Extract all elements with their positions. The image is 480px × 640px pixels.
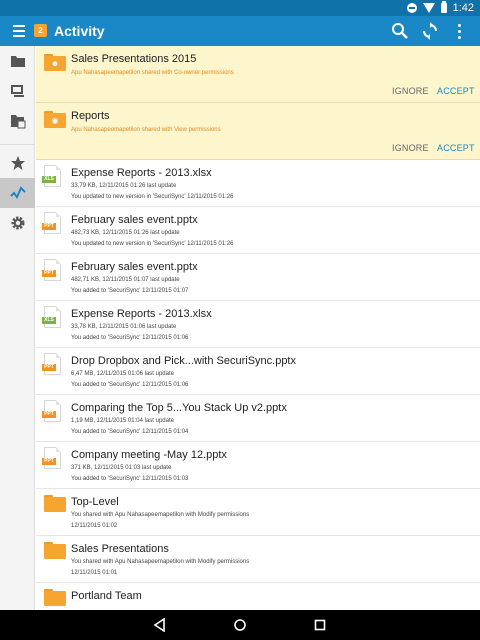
- rail-item-favorites[interactable]: [0, 148, 35, 178]
- activity-item[interactable]: PPT February sales event.pptx 482,71 KB,…: [36, 254, 480, 301]
- shared-folder-icon: [11, 115, 26, 129]
- activity-item[interactable]: Portland Team: [36, 583, 480, 610]
- ignore-button[interactable]: IGNORE: [392, 143, 429, 153]
- file-type-label: PPT: [42, 458, 56, 465]
- item-meta: 1,19 MB, 12/11/2015 01:04 last update: [71, 418, 174, 424]
- app-toolbar: 2 Activity: [0, 16, 480, 46]
- share-invite-card: ◉ Reports Apu Nahasapeemapetilon shared …: [36, 103, 480, 160]
- status-bar: 1:42: [0, 0, 480, 16]
- activity-item[interactable]: PPT Drop Dropbox and Pick...with SecuriS…: [36, 348, 480, 395]
- menu-icon[interactable]: [13, 25, 25, 37]
- item-meta: 33,78 KB, 12/11/2015 01:06 last update: [71, 324, 177, 330]
- item-title: Expense Reports - 2013.xlsx: [71, 167, 212, 179]
- item-meta: You shared with Apu Nahasapeemapetilon w…: [71, 512, 250, 518]
- do-not-disturb-icon: [406, 3, 417, 13]
- recents-icon[interactable]: [313, 618, 327, 632]
- item-title: Drop Dropbox and Pick...with SecuriSync.…: [71, 355, 296, 367]
- ignore-button[interactable]: IGNORE: [392, 86, 429, 96]
- item-meta: 482,73 KB, 12/11/2015 01:26 last update: [71, 230, 180, 236]
- view-folder-icon: ◉: [44, 111, 66, 128]
- computer-icon: [11, 85, 24, 97]
- presentation-file-icon: PPT: [42, 212, 61, 234]
- file-type-label: PPT: [42, 411, 56, 418]
- shared-folder-icon: ☻: [44, 54, 66, 71]
- activity-item[interactable]: PPT Comparing the Top 5...You Stack Up v…: [36, 395, 480, 442]
- item-detail: You updated to new version in 'SecuriSyn…: [71, 241, 234, 247]
- battery-icon: [440, 1, 447, 13]
- rail-divider: [0, 144, 35, 145]
- item-detail: You added to 'SecuriSync' 12/11/2015 01:…: [71, 476, 189, 482]
- activity-item[interactable]: PPT Company meeting -May 12.pptx 371 KB,…: [36, 442, 480, 489]
- presentation-file-icon: PPT: [42, 400, 61, 422]
- status-time: 1:42: [452, 2, 474, 14]
- folder-icon: [44, 542, 66, 559]
- accept-button[interactable]: ACCEPT: [437, 86, 475, 96]
- item-detail: You added to 'SecuriSync' 12/11/2015 01:…: [71, 335, 189, 341]
- item-title: Comparing the Top 5...You Stack Up v2.pp…: [71, 402, 287, 414]
- activity-item[interactable]: Top-Level You shared with Apu Nahasapeem…: [36, 489, 480, 536]
- item-meta: 482,71 KB, 12/11/2015 01:07 last update: [71, 277, 180, 283]
- activity-icon: [10, 186, 26, 199]
- activity-item[interactable]: XLS Expense Reports - 2013.xlsx 33,78 KB…: [36, 301, 480, 348]
- accept-button[interactable]: ACCEPT: [437, 143, 475, 153]
- activity-feed: ☻ Sales Presentations 2015 Apu Nahasapee…: [36, 46, 480, 610]
- wifi-icon: [422, 3, 435, 13]
- rail-item-activity[interactable]: [0, 178, 35, 208]
- presentation-file-icon: PPT: [42, 259, 61, 281]
- notification-badge[interactable]: 2: [34, 24, 47, 37]
- item-detail: You added to 'SecuriSync' 12/11/2015 01:…: [71, 288, 189, 294]
- star-icon: [11, 156, 25, 170]
- back-icon[interactable]: [153, 617, 167, 633]
- folder-icon: [44, 495, 66, 512]
- rail-item-computers[interactable]: [0, 76, 35, 106]
- presentation-file-icon: PPT: [42, 447, 61, 469]
- settings-icon: [11, 216, 25, 230]
- item-detail: You added to 'SecuriSync' 12/11/2015 01:…: [71, 382, 189, 388]
- item-title: February sales event.pptx: [71, 261, 198, 273]
- file-type-label: XLS: [42, 176, 56, 183]
- item-meta: 6,47 MB, 12/11/2015 01:06 last update: [71, 371, 174, 377]
- item-title: Expense Reports - 2013.xlsx: [71, 308, 212, 320]
- rail-item-settings[interactable]: [0, 208, 35, 238]
- file-type-label: PPT: [42, 270, 56, 277]
- rail-item-shared[interactable]: [0, 106, 35, 136]
- item-detail: 12/11/2015 01:01: [71, 570, 118, 576]
- side-rail: [0, 46, 35, 610]
- item-title: Portland Team: [71, 590, 142, 602]
- search-icon[interactable]: [390, 21, 410, 41]
- item-detail: 12/11/2015 01:02: [71, 523, 118, 529]
- page-title: Activity: [54, 23, 105, 39]
- share-invite-card: ☻ Sales Presentations 2015 Apu Nahasapee…: [36, 46, 480, 103]
- home-icon[interactable]: [233, 618, 247, 632]
- file-type-label: PPT: [42, 364, 56, 371]
- status-icons: 1:42: [406, 0, 474, 16]
- presentation-file-icon: PPT: [42, 353, 61, 375]
- item-title: Sales Presentations: [71, 543, 169, 555]
- system-nav-bar: [0, 610, 480, 640]
- activity-item[interactable]: Sales Presentations You shared with Apu …: [36, 536, 480, 583]
- item-meta: You shared with Apu Nahasapeemapetilon w…: [71, 559, 250, 565]
- sync-icon[interactable]: [420, 21, 440, 41]
- item-detail: You updated to new version in 'SecuriSyn…: [71, 194, 234, 200]
- share-folder-name: Sales Presentations 2015: [71, 53, 197, 65]
- item-detail: You added to 'SecuriSync' 12/11/2015 01:…: [71, 429, 189, 435]
- share-description: Apu Nahasapeemapetilon shared with Co-ow…: [71, 70, 234, 76]
- share-folder-name: Reports: [71, 110, 110, 122]
- item-title: February sales event.pptx: [71, 214, 198, 226]
- share-description: Apu Nahasapeemapetilon shared with View …: [71, 127, 221, 133]
- spreadsheet-file-icon: XLS: [42, 306, 61, 328]
- folder-icon: [44, 589, 66, 606]
- file-type-label: PPT: [42, 223, 56, 230]
- item-meta: 33,79 KB, 12/11/2015 01:26 last update: [71, 183, 177, 189]
- activity-item[interactable]: XLS Expense Reports - 2013.xlsx 33,79 KB…: [36, 160, 480, 207]
- more-vert-icon[interactable]: [450, 21, 470, 41]
- folder-icon: [11, 56, 25, 67]
- activity-item[interactable]: PPT February sales event.pptx 482,73 KB,…: [36, 207, 480, 254]
- file-type-label: XLS: [42, 317, 56, 324]
- rail-item-files[interactable]: [0, 46, 35, 76]
- item-title: Top-Level: [71, 496, 119, 508]
- item-title: Company meeting -May 12.pptx: [71, 449, 227, 461]
- spreadsheet-file-icon: XLS: [42, 165, 61, 187]
- item-meta: 371 KB, 12/11/2015 01:03 last update: [71, 465, 172, 471]
